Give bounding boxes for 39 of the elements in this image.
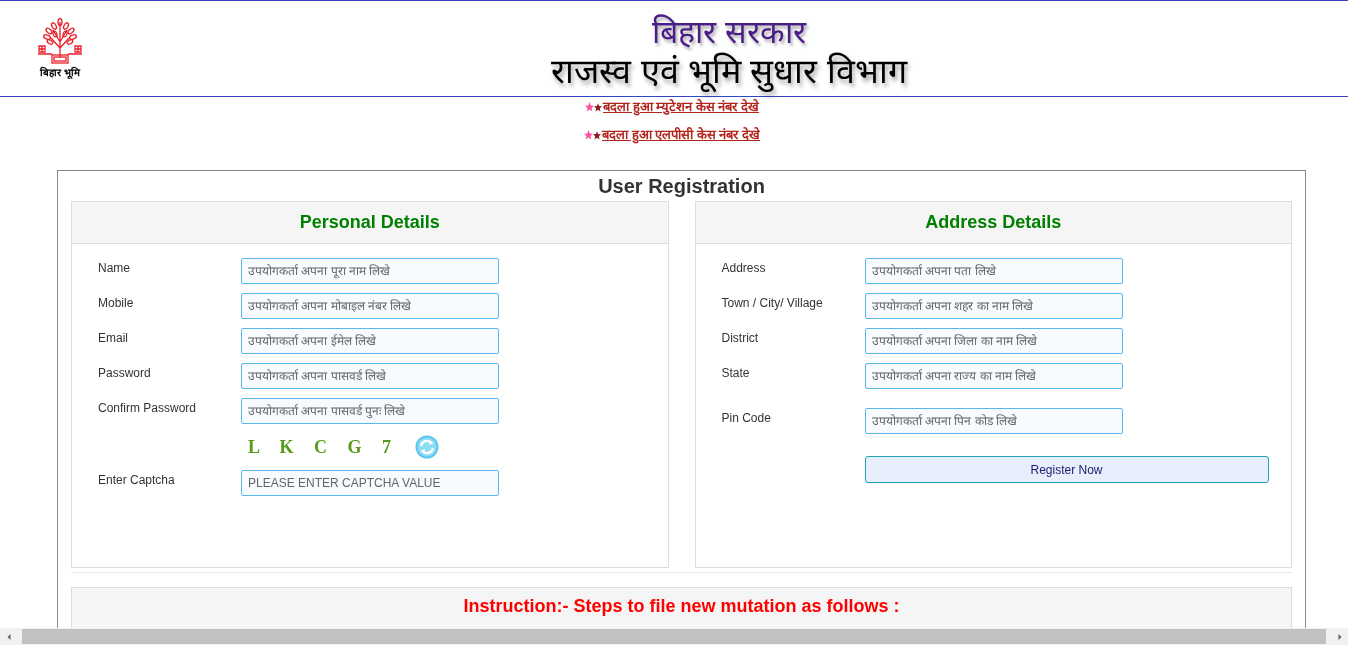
department-title: राजस्व एवं भूमि सुधार विभाग	[551, 51, 907, 91]
star-icon	[583, 129, 602, 141]
case-number-link[interactable]: बदला हुआ म्युटेशन केस नंबर देखे	[602, 99, 760, 115]
text-input-field[interactable]: उपयोगकर्ता अपना पासवर्ड पुनः लिखे	[241, 398, 499, 424]
field-label: Confirm Password	[98, 400, 198, 415]
text-input-field[interactable]: उपयोगकर्ता अपना राज्य का नाम लिखे	[864, 363, 1123, 389]
field-label: Address	[721, 260, 767, 275]
caret-left-icon	[5, 632, 12, 641]
text-input-field[interactable]: उपयोगकर्ता अपना पूरा नाम लिखे	[241, 258, 499, 284]
text-input-field[interactable]: उपयोगकर्ता अपना शहर का नाम लिखे	[864, 293, 1123, 319]
text-input-field[interactable]: उपयोगकर्ता अपना पिन कोड लिखे	[864, 408, 1123, 434]
captcha-text: L K C G 7	[248, 437, 391, 457]
tree-logo-icon	[36, 18, 84, 64]
field-label: Town / City/ Village	[721, 295, 824, 310]
logo-caption: बिहार भूमि	[40, 67, 80, 79]
text-input-field[interactable]: उपयोगकर्ता अपना जिला का नाम लिखे	[864, 328, 1123, 354]
instruction-title: Instruction:- Steps to file new mutation as follows :	[463, 595, 900, 618]
text-input-field[interactable]: उपयोगकर्ता अपना पासवर्ड लिखे	[241, 363, 499, 389]
field-label: Name	[98, 260, 131, 275]
register-button[interactable]: Register Now	[864, 456, 1269, 483]
caret-right-icon	[1336, 632, 1343, 641]
section-title: User Registration	[598, 174, 765, 198]
field-label: Mobile	[98, 295, 135, 310]
refresh-icon[interactable]	[415, 435, 439, 459]
text-input-field[interactable]: उपयोगकर्ता अपना ईमेल लिखे	[241, 328, 499, 354]
field-label: Enter Captcha	[98, 472, 176, 487]
text-input-field[interactable]: उपयोगकर्ता अपना पता लिखे	[864, 258, 1123, 284]
field-label: Email	[98, 330, 129, 345]
site-title: बिहार सरकार	[652, 13, 806, 51]
case-number-link[interactable]: बदला हुआ एलपीसी केस नंबर देखे	[601, 127, 761, 143]
star-icon	[584, 101, 603, 113]
field-label: State	[721, 365, 751, 380]
text-input-field[interactable]: उपयोगकर्ता अपना मोबाइल नंबर लिखे	[241, 293, 499, 319]
field-label: District	[721, 330, 760, 345]
field-label: Pin Code	[721, 410, 772, 425]
panel-title: Address Details	[925, 211, 1062, 234]
panel-title: Personal Details	[299, 211, 440, 234]
text-input-field[interactable]: PLEASE ENTER CAPTCHA VALUE	[241, 470, 499, 496]
field-label: Password	[98, 365, 152, 380]
